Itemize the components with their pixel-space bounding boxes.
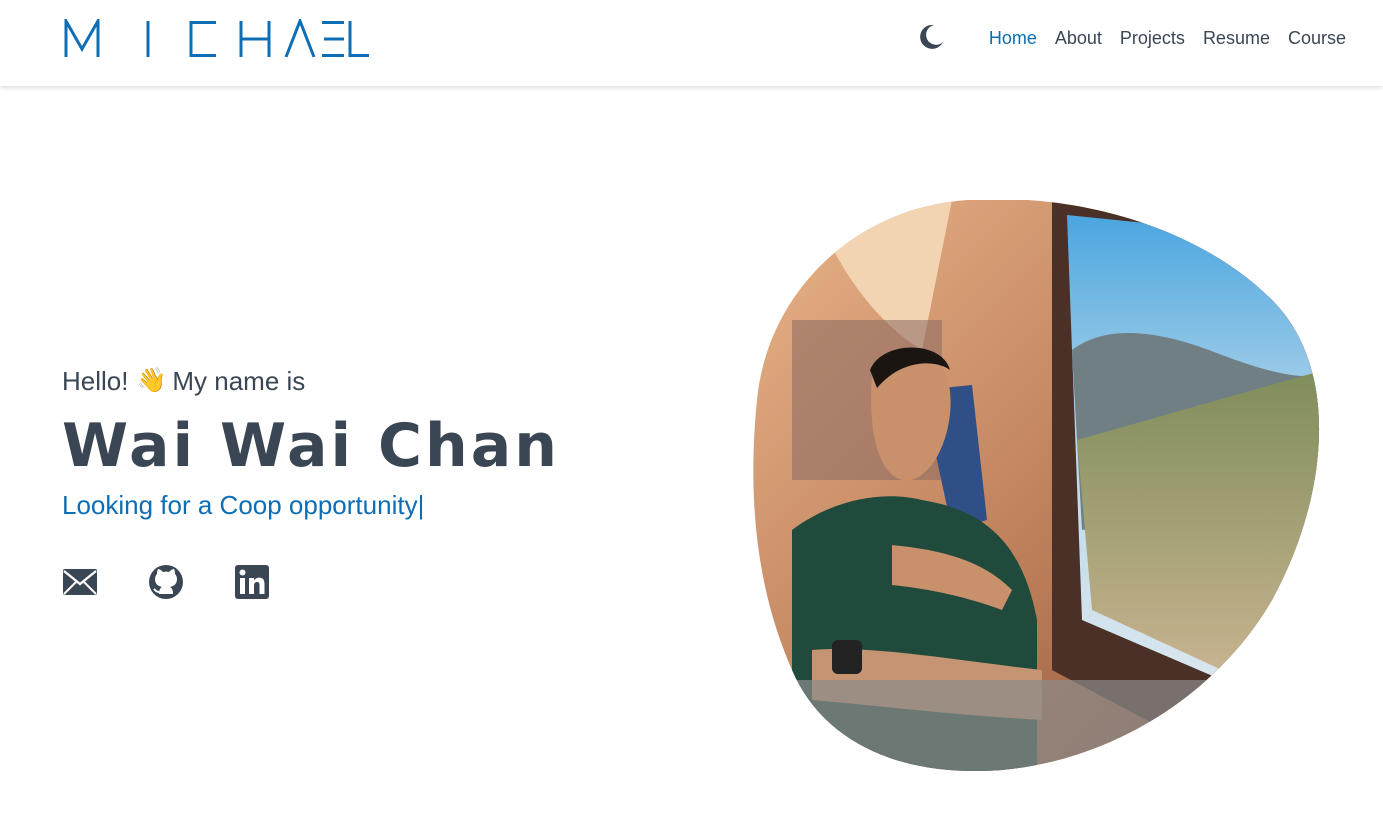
- main-nav: Home About Projects Resume Course: [971, 26, 1346, 50]
- hero-name: Wai Wai Chan: [62, 411, 560, 481]
- greeting-prefix: Hello!: [62, 366, 129, 396]
- profile-photo: [752, 200, 1324, 772]
- hero-tagline: Looking for a Coop opportunity|: [62, 488, 702, 522]
- nav-home[interactable]: Home: [989, 26, 1037, 50]
- nav-course[interactable]: Course: [1288, 26, 1346, 50]
- logo-wordmark: [64, 19, 369, 58]
- greeting-suffix: My name is: [172, 366, 306, 396]
- greeting: Hello! 👋 My name is: [62, 364, 702, 398]
- waving-hand-emoji: 👋: [136, 367, 167, 394]
- nav-about[interactable]: About: [1055, 26, 1102, 50]
- social-links: [62, 565, 320, 599]
- moon-icon[interactable]: [917, 23, 945, 51]
- github-icon[interactable]: [148, 565, 184, 599]
- linkedin-icon[interactable]: [234, 565, 270, 599]
- envelope-icon[interactable]: [62, 565, 98, 599]
- hero-intro: Hello! 👋 My name is Wai Wai Chan Looking…: [62, 364, 702, 522]
- typing-cursor: |: [417, 490, 425, 520]
- nav-resume[interactable]: Resume: [1203, 26, 1270, 50]
- nav-projects[interactable]: Projects: [1120, 26, 1185, 50]
- site-header: Home About Projects Resume Course: [0, 0, 1383, 86]
- tagline-text: Looking for a Coop opportunity: [62, 490, 418, 520]
- site-logo[interactable]: [64, 19, 370, 59]
